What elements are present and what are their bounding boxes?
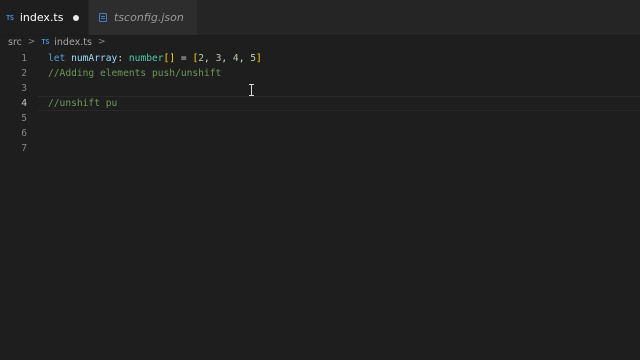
code-line[interactable]: 5: [0, 111, 640, 126]
bracket-token: []: [163, 53, 176, 64]
line-number: 3: [21, 83, 27, 94]
text-cursor-icon: [249, 84, 255, 96]
tab-label: tsconfig.json: [114, 11, 184, 24]
line-number: 6: [21, 128, 27, 139]
json-file-icon: [99, 13, 107, 22]
chevron-right-icon: >: [27, 37, 36, 47]
code-line[interactable]: 7: [0, 141, 640, 156]
comment-text[interactable]: //unshift pu: [48, 96, 117, 111]
breadcrumb: src > TS index.ts >: [0, 35, 640, 49]
punctuation-token: :: [117, 53, 129, 64]
variable-token: numArray: [71, 53, 118, 64]
chevron-right-icon: >: [97, 37, 106, 47]
comment-text[interactable]: //Adding elements push/unshift: [48, 66, 221, 81]
comma-token: ,: [221, 53, 233, 64]
bracket-token: ]: [256, 53, 262, 64]
type-token: number: [128, 53, 164, 64]
typescript-file-icon: TS: [6, 13, 14, 22]
comma-token: ,: [204, 53, 216, 64]
tab-bar: TS index.ts tsconfig.json: [0, 0, 640, 36]
typescript-file-icon: TS: [41, 38, 50, 46]
operator-token: =: [175, 53, 193, 64]
code-line[interactable]: 3: [0, 81, 640, 96]
code-line[interactable]: 2 //Adding elements push/unshift: [0, 66, 640, 81]
current-line-highlight: [38, 96, 640, 111]
breadcrumb-file[interactable]: index.ts: [54, 37, 92, 48]
tab-tsconfig-json[interactable]: tsconfig.json: [89, 0, 197, 35]
line-number: 7: [21, 143, 27, 154]
breadcrumb-folder[interactable]: src: [8, 37, 22, 48]
code-text[interactable]: let numArray: number[] = [2, 3, 4, 5]: [48, 51, 262, 66]
line-number: 1: [21, 53, 27, 64]
line-number: 5: [21, 113, 27, 124]
keyword-token: let: [48, 53, 66, 64]
line-number: 4: [21, 98, 27, 109]
tab-label: index.ts: [19, 11, 64, 24]
comma-token: ,: [238, 53, 251, 64]
code-editor[interactable]: 1 let numArray: number[] = [2, 3, 4, 5] …: [0, 51, 640, 360]
code-line-current[interactable]: 4 //unshift pu: [0, 96, 640, 111]
line-number: 2: [21, 68, 27, 79]
unsaved-changes-icon[interactable]: [73, 15, 79, 21]
code-line[interactable]: 6: [0, 126, 640, 141]
code-line[interactable]: 1 let numArray: number[] = [2, 3, 4, 5]: [0, 51, 640, 66]
